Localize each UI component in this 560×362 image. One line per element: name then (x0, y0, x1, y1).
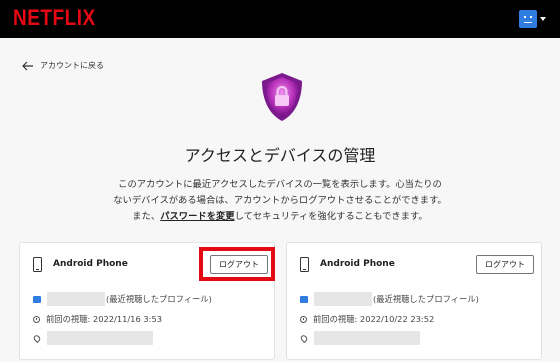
last-watched-row: 前回の視聴: 2022/10/22 23:52 (300, 313, 434, 325)
device-name: Android Phone (320, 259, 395, 269)
redacted-profile-name (47, 292, 105, 306)
device-name: Android Phone (53, 259, 128, 269)
change-password-link[interactable]: パスワードを変更 (160, 211, 234, 222)
logout-button[interactable]: ログアウト (476, 255, 534, 274)
page-description: このアカウントに最近アクセスしたデバイスの一覧を表示します。心当たりの ないデバ… (70, 177, 490, 225)
profile-avatar-icon[interactable] (519, 10, 537, 28)
profile-suffix: (最近視聴したプロフィール) (106, 294, 212, 304)
clock-icon (300, 315, 307, 323)
profile-row: (最近視聴したプロフィール) (33, 292, 212, 306)
desc-line-3: また、パスワードを変更してセキュリティを強化することもできます。 (70, 209, 490, 225)
desc-line-3-post: してセキュリティを強化することもできます。 (234, 211, 428, 222)
phone-icon (33, 257, 42, 272)
desc-line-1: このアカウントに最近アクセスしたデバイスの一覧を表示します。心当たりの (118, 179, 442, 190)
location-row (299, 331, 420, 345)
red-highlight-box (199, 247, 275, 281)
caret-down-icon[interactable] (540, 17, 546, 21)
profile-icon (300, 295, 308, 303)
last-watched-row: 前回の視聴: 2022/11/16 3:53 (33, 313, 162, 325)
location-pin-icon (299, 333, 309, 343)
redacted-profile-name (314, 292, 372, 306)
redacted-location (314, 331, 420, 345)
location-row (32, 331, 153, 345)
phone-icon (300, 257, 309, 272)
device-card: Android Phone ログアウト (最近視聴したプロフィール) 前回の視聴… (286, 242, 542, 360)
page-title: アクセスとデバイスの管理 (184, 146, 376, 165)
profile-menu[interactable] (519, 10, 546, 28)
shield-lock-icon (262, 73, 302, 121)
top-nav-bar: NETFLIX (0, 0, 560, 38)
location-pin-icon (32, 333, 42, 343)
arrow-left-icon (22, 61, 33, 70)
last-watched-text: 前回の視聴: 2022/10/22 23:52 (313, 314, 435, 324)
last-watched-text: 前回の視聴: 2022/11/16 3:53 (46, 314, 163, 324)
desc-line-2: ないデバイスがある場合は、アカウントからログアウトさせることができます。 (113, 195, 447, 206)
clock-icon (33, 315, 40, 323)
back-link-label: アカウントに戻る (40, 61, 104, 70)
profile-suffix: (最近視聴したプロフィール) (373, 294, 479, 304)
device-card: Android Phone ログアウト (最近視聴したプロフィール) 前回の視聴… (19, 242, 275, 360)
netflix-logo[interactable]: NETFLIX (13, 6, 96, 31)
main-content: アカウントに戻る アクセスとデバイスの管理 このアカウントに最近アクセスしたデバ… (0, 38, 560, 362)
profile-row: (最近視聴したプロフィール) (300, 292, 479, 306)
back-to-account-link[interactable]: アカウントに戻る (22, 60, 104, 71)
desc-line-3-pre: また、 (132, 211, 161, 222)
redacted-location (47, 331, 153, 345)
profile-icon (33, 295, 41, 303)
